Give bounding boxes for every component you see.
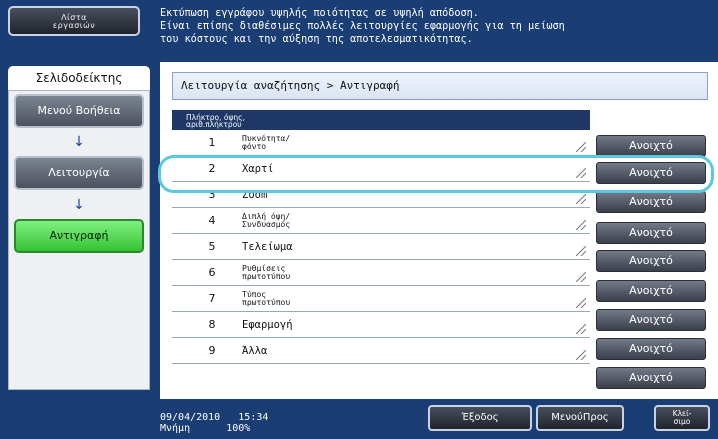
breadcrumb: Λειτουργία αναζήτησης > Αντιγραφή — [172, 72, 708, 100]
row-label: Τελείωμα — [242, 241, 293, 253]
row-label-line: φόντο — [242, 142, 267, 151]
row-number: 5 — [208, 240, 216, 253]
info-message-line: του κόστους και την αύξηση της αποτελεσμ… — [160, 34, 473, 45]
date-text: 09/04/2010 — [160, 412, 221, 423]
down-arrow-icon: ↓ — [73, 134, 85, 150]
memory-line: Μνήμη 100% — [160, 423, 268, 434]
resize-corner-icon — [576, 142, 586, 152]
row-label: Άλλα — [242, 345, 268, 357]
down-arrow-icon: ↓ — [73, 197, 85, 213]
value-button[interactable]: Ανοιχτό — [596, 222, 706, 244]
memory-label: Μνήμη — [160, 423, 191, 434]
row-label: Πυκνότητα/φόντο — [242, 130, 462, 156]
row-label: Τύπος πρωτοτύπου — [242, 286, 462, 312]
value-button[interactable]: Ανοιχτό — [596, 250, 706, 272]
value-button[interactable]: Ανοιχτό — [596, 135, 706, 157]
menu-pros-button[interactable]: ΜενούΠρος — [536, 405, 624, 431]
row-label-line: πρωτοτύπου — [242, 298, 291, 307]
info-message: Εκτύπωση εγγράφου υψηλής ποιότητας σε υψ… — [160, 7, 712, 46]
row-label-line: πρωτοτύπου — [242, 272, 291, 281]
function-table: Πλήκτρο, όψης, αριθ.πλήκτρου 1 Πυκνότητα… — [172, 110, 590, 394]
date-time-line: 09/04/2010 15:34 — [160, 412, 268, 423]
table-row[interactable]: 1 Πυκνότητα/φόντο — [172, 130, 590, 156]
close-button[interactable]: Κλεί- σιμο — [654, 405, 710, 431]
value-button[interactable]: Ανοιχτό — [596, 191, 706, 213]
row-number: 1 — [208, 136, 216, 149]
resize-corner-icon — [576, 272, 586, 282]
resize-corner-icon — [576, 194, 586, 204]
row-label-line: Συνδυασμός — [242, 220, 291, 229]
row-number: 9 — [208, 344, 216, 357]
row-number: 7 — [208, 292, 216, 305]
value-button[interactable]: Ανοιχτό — [596, 309, 706, 331]
row-label: Εφαρμογή — [242, 319, 293, 331]
nav-copy-button[interactable]: Αντιγραφή — [14, 219, 144, 253]
date-time: 09/04/2010 15:34 Μνήμη 100% — [160, 412, 268, 434]
close-label-line: σιμο — [673, 416, 691, 426]
row-label: Ρυθμίσεις πρωτοτύπου — [242, 260, 462, 286]
top-bar: Λίστα εργασιών Εκτύπωση εγγράφου υψηλής … — [0, 0, 718, 62]
table-row[interactable]: 5 Τελείωμα — [172, 234, 590, 260]
info-message-line: Εκτύπωση εγγράφου υψηλής ποιότητας σε υψ… — [160, 8, 479, 19]
value-button[interactable]: Ανοιχτό — [596, 338, 706, 360]
sidebar: Σελιδοδείκτης Μενού Βοήθεια ↓ Λειτουργία… — [0, 62, 160, 399]
value-button[interactable]: Ανοιχτό — [596, 280, 706, 302]
table-header-line: Πλήκτρο, όψης, — [186, 113, 245, 122]
table-row[interactable]: 6 Ρυθμίσεις πρωτοτύπου — [172, 260, 590, 286]
table-row[interactable]: 7 Τύπος πρωτοτύπου — [172, 286, 590, 312]
exit-button[interactable]: Έξοδος — [428, 405, 532, 431]
value-button[interactable]: Ανοιχτό — [596, 367, 706, 389]
table-header: Πλήκτρο, όψης, αριθ.πλήκτρου — [172, 110, 590, 130]
resize-corner-icon — [576, 246, 586, 256]
job-list-label-line2: εργασιών — [52, 21, 96, 30]
row-number: 4 — [208, 214, 216, 227]
resize-corner-icon — [576, 220, 586, 230]
bookmark-tab[interactable]: Σελιδοδείκτης — [8, 66, 150, 91]
status-bar: 09/04/2010 15:34 Μνήμη 100% Έξοδος Μενού… — [0, 399, 718, 439]
memory-value: 100% — [226, 423, 251, 434]
resize-corner-icon — [576, 350, 586, 360]
resize-corner-icon — [576, 324, 586, 334]
job-list-button[interactable]: Λίστα εργασιών — [8, 6, 140, 36]
row-label-line: Πυκνότητα/ — [242, 134, 291, 143]
nav-help-menu-button[interactable]: Μενού Βοήθεια — [14, 94, 144, 128]
table-row[interactable]: 9 Άλλα — [172, 338, 590, 364]
nav-function-button[interactable]: Λειτουργία — [14, 156, 144, 190]
resize-corner-icon — [576, 298, 586, 308]
row-number: 8 — [208, 318, 216, 331]
info-message-line: Είναι επίσης διαθέσιμες πολλές λειτουργί… — [160, 21, 565, 32]
row-number: 6 — [208, 266, 216, 279]
table-row[interactable]: 8 Εφαρμογή — [172, 312, 590, 338]
table-row[interactable]: 4 Διπλή όψη/Συνδυασμός — [172, 208, 590, 234]
table-header-line: αριθ.πλήκτρου — [186, 120, 242, 129]
selected-row-highlight — [158, 155, 714, 193]
time-text: 15:34 — [238, 412, 269, 423]
row-label: Διπλή όψη/Συνδυασμός — [242, 208, 462, 234]
